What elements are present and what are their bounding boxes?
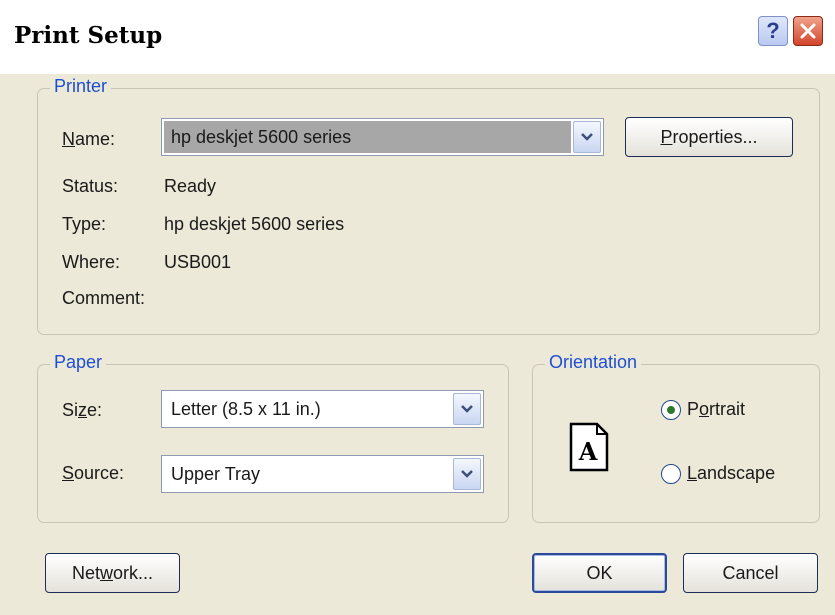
paper-legend: Paper bbox=[50, 352, 107, 373]
paper-group: Paper bbox=[37, 352, 509, 523]
status-label: Status: bbox=[62, 176, 119, 196]
paper-source-dropdown-button[interactable] bbox=[453, 458, 481, 490]
print-setup-dialog: Print Setup ? Printer Name: hp deskjet 5… bbox=[0, 0, 835, 615]
paper-size-dropdown-button[interactable] bbox=[453, 393, 481, 425]
printer-name-dropdown-button[interactable] bbox=[573, 121, 601, 153]
chevron-down-icon bbox=[461, 470, 473, 478]
window-title: Print Setup bbox=[14, 22, 163, 49]
paper-size-label: Size: bbox=[62, 400, 103, 420]
paper-size-select[interactable]: Letter (8.5 x 11 in.) bbox=[161, 390, 484, 428]
landscape-label[interactable]: Landscape bbox=[687, 463, 775, 484]
title-bar[interactable]: Print Setup ? bbox=[0, 0, 835, 74]
where-label: Where: bbox=[62, 252, 121, 272]
chevron-down-icon bbox=[461, 405, 473, 413]
close-button[interactable] bbox=[793, 16, 823, 46]
printer-legend: Printer bbox=[50, 76, 112, 97]
printer-name-label: Name: bbox=[62, 129, 116, 149]
page-icon: A bbox=[569, 422, 609, 472]
portrait-radio[interactable] bbox=[661, 400, 681, 420]
printer-name-select[interactable]: hp deskjet 5600 series bbox=[161, 118, 604, 156]
where-value: USB001 bbox=[164, 252, 232, 272]
network-button[interactable]: Net w ork... bbox=[45, 553, 180, 593]
paper-size-value: Letter (8.5 x 11 in.) bbox=[171, 399, 321, 419]
paper-source-value: Upper Tray bbox=[171, 464, 261, 484]
ok-button[interactable]: OK bbox=[532, 553, 667, 593]
type-value: hp deskjet 5600 series bbox=[164, 214, 345, 234]
help-icon: ? bbox=[766, 18, 780, 43]
close-icon bbox=[800, 23, 816, 39]
chevron-down-icon bbox=[581, 133, 593, 141]
paper-source-label: Source: bbox=[62, 463, 125, 483]
printer-name-value: hp deskjet 5600 series bbox=[171, 127, 352, 147]
properties-button[interactable]: Properties... bbox=[625, 117, 793, 157]
help-button[interactable]: ? bbox=[758, 16, 788, 46]
orientation-legend: Orientation bbox=[545, 352, 642, 373]
status-value: Ready bbox=[164, 176, 217, 196]
comment-label: Comment: bbox=[62, 288, 146, 308]
cancel-button[interactable]: Cancel bbox=[683, 553, 818, 593]
paper-source-select[interactable]: Upper Tray bbox=[161, 455, 484, 493]
type-label: Type: bbox=[62, 214, 107, 234]
portrait-label[interactable]: Portrait bbox=[687, 399, 745, 420]
page-icon-letter: A bbox=[578, 437, 598, 466]
landscape-radio[interactable] bbox=[661, 464, 681, 484]
